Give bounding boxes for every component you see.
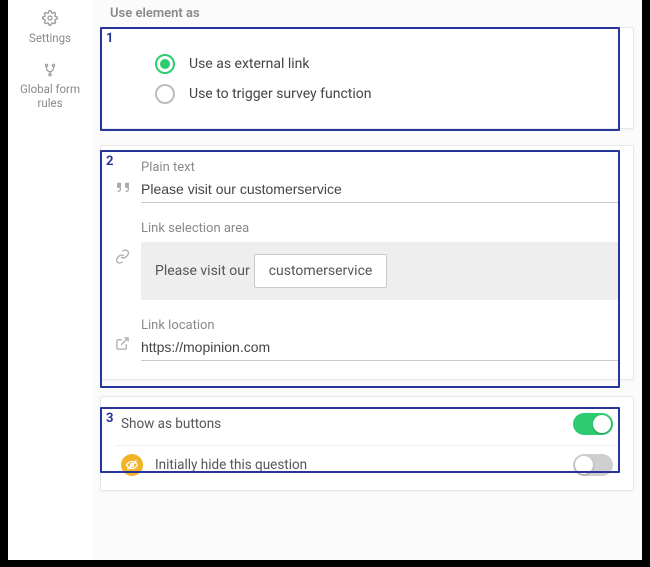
link-icon	[115, 221, 141, 268]
toggle-label: Initially hide this question	[155, 457, 307, 473]
sidebar: Settings Global form rules	[8, 0, 92, 560]
external-link-icon	[115, 318, 141, 355]
quote-icon	[115, 160, 141, 198]
sidebar-item-settings[interactable]: Settings	[8, 6, 92, 59]
radio-label: Use to trigger survey function	[189, 86, 371, 102]
radio-option-trigger-survey[interactable]: Use to trigger survey function	[155, 84, 619, 104]
radio-option-external-link[interactable]: Use as external link	[155, 54, 619, 74]
card-link-settings: Plain text Link selection area Please vi…	[100, 145, 634, 380]
link-selection-word[interactable]: customerservice	[254, 254, 388, 288]
radio-group-use-element-as: Use as external link Use to trigger surv…	[115, 46, 619, 116]
radio-icon	[155, 84, 175, 104]
card-toggles: Show as buttons Initially hide this ques…	[100, 396, 634, 491]
field-label: Plain text	[141, 160, 619, 175]
toggle-initially-hide[interactable]	[573, 454, 613, 476]
radio-label: Use as external link	[189, 56, 310, 72]
field-plain-text: Plain text	[115, 160, 619, 203]
radio-icon	[155, 54, 175, 74]
branch-icon	[8, 63, 92, 80]
eye-off-icon	[121, 454, 143, 476]
field-label: Link location	[141, 318, 619, 333]
plain-text-input[interactable]	[141, 177, 619, 203]
toggle-row-initially-hide: Initially hide this question	[115, 445, 619, 484]
section-title-use-element-as: Use element as	[100, 0, 634, 27]
gear-icon	[8, 10, 92, 29]
sidebar-item-global-form-rules[interactable]: Global form rules	[8, 59, 92, 124]
link-selection-prefix: Please visit our	[155, 263, 250, 279]
link-selection-area[interactable]: Please visit our customerservice	[141, 242, 619, 300]
field-link-location: Link location	[115, 318, 619, 361]
field-link-selection: Link selection area Please visit our cus…	[115, 221, 619, 300]
card-use-element-as: Use as external link Use to trigger surv…	[100, 27, 634, 129]
main-panel: Use element as Use as external link Use …	[92, 0, 642, 560]
field-label: Link selection area	[141, 221, 619, 236]
sidebar-label: Global form rules	[20, 82, 80, 110]
toggle-label: Show as buttons	[121, 416, 221, 432]
link-location-input[interactable]	[141, 335, 619, 361]
toggle-show-as-buttons[interactable]	[573, 413, 613, 435]
toggle-row-show-as-buttons: Show as buttons	[115, 405, 619, 443]
sidebar-label: Settings	[29, 31, 71, 45]
